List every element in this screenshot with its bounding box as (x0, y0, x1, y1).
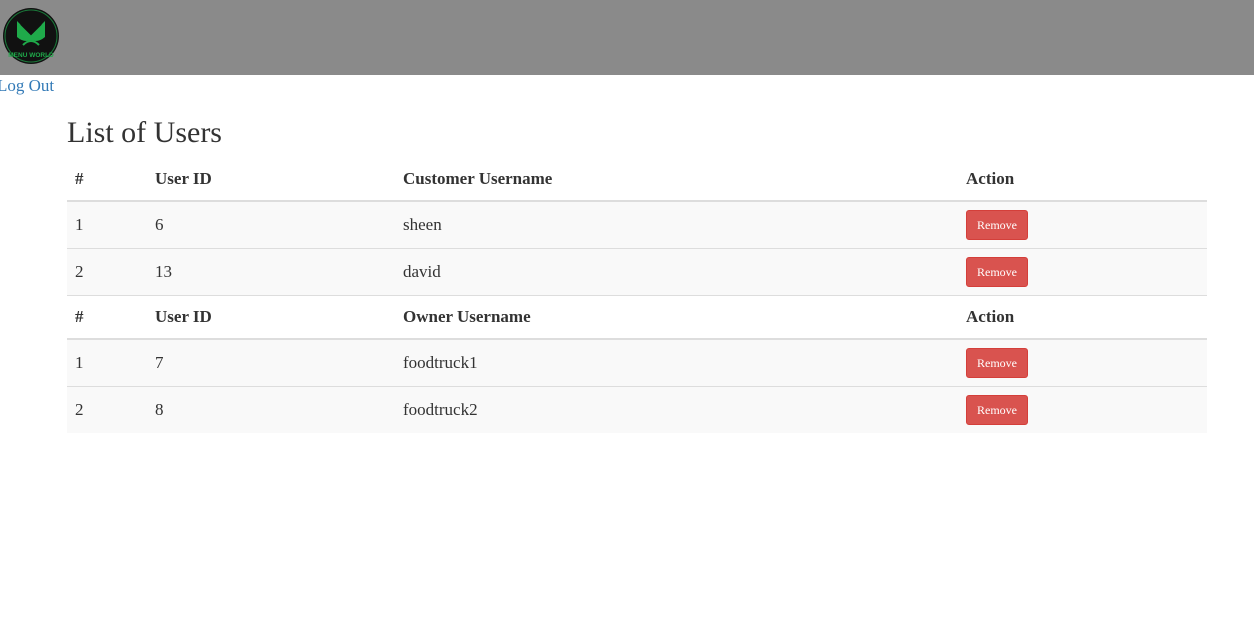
user-id: 13 (147, 248, 395, 296)
column-header-user-id: User ID (147, 295, 395, 340)
top-nav-bar: MENU WORLD (0, 0, 1254, 75)
column-header-action: Action (958, 158, 1207, 202)
page-title: List of Users (67, 116, 222, 149)
column-header-user-id: User ID (147, 158, 395, 202)
menu-world-logo[interactable]: MENU WORLD (0, 0, 62, 72)
column-header-action: Action (958, 295, 1207, 340)
column-header-owner-username: Owner Username (395, 295, 958, 340)
logo-icon: MENU WORLD (3, 8, 59, 64)
logout-link[interactable]: Log Out (0, 75, 54, 97)
column-header-customer-username: Customer Username (395, 158, 958, 202)
logo-text: MENU WORLD (8, 52, 54, 59)
user-id: 8 (147, 386, 395, 433)
user-id: 6 (147, 200, 395, 249)
customer-username: david (395, 248, 958, 296)
action-cell: Remove (958, 248, 1207, 296)
row-number: 1 (67, 200, 147, 249)
users-table: # User ID Customer Username Action 1 6 s… (67, 158, 1207, 433)
column-header-number: # (67, 295, 147, 340)
action-cell: Remove (958, 200, 1207, 249)
table-row: 2 8 foodtruck2 Remove (67, 386, 1207, 433)
remove-button[interactable]: Remove (966, 257, 1028, 287)
remove-button[interactable]: Remove (966, 348, 1028, 378)
customers-header-row: # User ID Customer Username Action (67, 158, 1207, 202)
row-number: 2 (67, 386, 147, 433)
user-id: 7 (147, 338, 395, 387)
owner-username: foodtruck2 (395, 386, 958, 433)
column-header-number: # (67, 158, 147, 202)
action-cell: Remove (958, 386, 1207, 433)
remove-button[interactable]: Remove (966, 395, 1028, 425)
row-number: 1 (67, 338, 147, 387)
remove-button[interactable]: Remove (966, 210, 1028, 240)
row-number: 2 (67, 248, 147, 296)
owners-header-row: # User ID Owner Username Action (67, 295, 1207, 340)
action-cell: Remove (958, 338, 1207, 387)
table-row: 2 13 david Remove (67, 248, 1207, 296)
customer-username: sheen (395, 200, 958, 249)
owner-username: foodtruck1 (395, 338, 958, 387)
table-row: 1 7 foodtruck1 Remove (67, 338, 1207, 387)
table-row: 1 6 sheen Remove (67, 200, 1207, 249)
